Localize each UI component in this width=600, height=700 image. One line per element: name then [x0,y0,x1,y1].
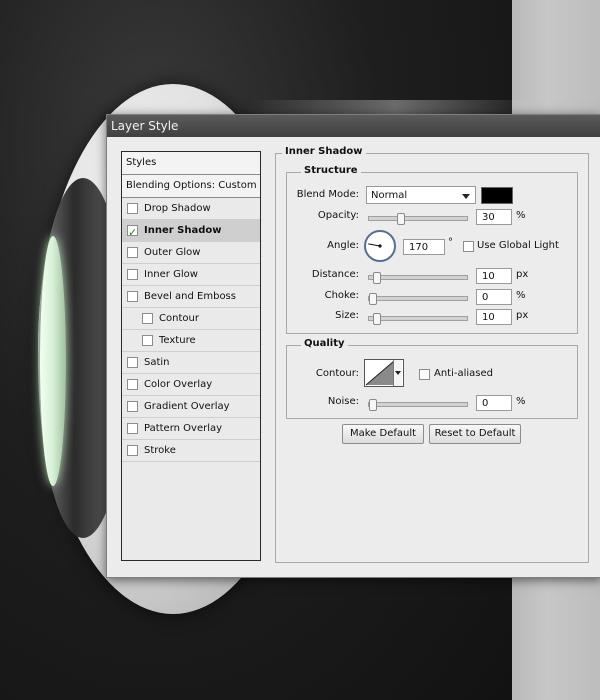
opacity-slider-thumb[interactable] [397,213,405,225]
size-input[interactable]: 10 [476,309,512,325]
style-item[interactable]: Contour [122,308,260,330]
distance-input[interactable]: 10 [476,268,512,284]
artwork-glow [40,236,66,486]
style-item-checkbox[interactable] [127,269,138,280]
styles-header[interactable]: Styles [122,152,260,175]
style-item-label: Inner Shadow [144,225,222,236]
use-global-light-label: Use Global Light [477,240,559,251]
style-item[interactable]: Satin [122,352,260,374]
noise-input[interactable]: 0 [476,395,512,411]
quality-title: Quality [301,338,348,349]
noise-unit: % [516,396,526,407]
inner-shadow-title: Inner Shadow [282,146,366,157]
chevron-down-icon [462,194,470,199]
style-item-checkbox[interactable] [127,247,138,258]
style-item-checkbox[interactable] [127,379,138,390]
chevron-down-icon [395,371,401,375]
choke-input[interactable]: 0 [476,289,512,305]
angle-unit: ° [448,237,453,248]
inner-shadow-panel: Inner Shadow Structure Blend Mode: Norma… [275,146,589,563]
style-item-checkbox[interactable] [127,423,138,434]
angle-dial[interactable] [364,230,396,262]
style-item[interactable]: Inner Shadow [122,220,260,243]
choke-slider[interactable] [368,293,468,305]
styles-list: Styles Blending Options: Custom Drop Sha… [121,151,261,561]
contour-label: Contour: [315,368,359,379]
choke-slider-thumb[interactable] [369,293,377,305]
shadow-color-swatch[interactable] [481,187,513,204]
size-slider[interactable] [368,313,468,325]
structure-group: Structure Blend Mode: Normal Opacity: 30… [286,165,578,334]
distance-label: Distance: [311,269,359,280]
style-item-label: Texture [159,335,196,346]
choke-label: Choke: [324,290,359,301]
distance-unit: px [516,269,529,280]
contour-dropdown-toggle[interactable] [393,360,402,386]
style-item-checkbox[interactable] [127,222,138,243]
make-default-button[interactable]: Make Default [342,424,424,444]
style-item-label: Inner Glow [144,269,198,280]
style-item-label: Satin [144,357,170,368]
style-item[interactable]: Pattern Overlay [122,418,260,440]
style-item[interactable]: Inner Glow [122,264,260,286]
style-item[interactable]: Outer Glow [122,242,260,264]
opacity-label: Opacity: [317,210,359,221]
structure-title: Structure [301,165,361,176]
style-item-checkbox[interactable] [127,445,138,456]
contour-picker[interactable] [364,359,404,387]
style-item-label: Pattern Overlay [144,423,223,434]
blending-options-item[interactable]: Blending Options: Custom [122,175,260,198]
choke-unit: % [516,290,526,301]
size-label: Size: [335,310,359,321]
angle-indicator-icon [368,243,382,248]
opacity-unit: % [516,210,526,221]
style-item-label: Color Overlay [144,379,213,390]
noise-slider[interactable] [368,399,468,411]
angle-input[interactable]: 170 [403,239,445,255]
angle-label: Angle: [327,240,359,251]
style-item-checkbox[interactable] [127,401,138,412]
quality-group: Quality Contour: Anti-aliased Noise: 0 % [286,338,578,419]
style-item-label: Contour [159,313,199,324]
styles-items: Drop Shadow Inner Shadow Outer Glow Inner G… [122,198,260,462]
size-slider-thumb[interactable] [373,313,381,325]
style-item-checkbox[interactable] [142,313,153,324]
opacity-slider[interactable] [368,213,468,225]
use-global-light-checkbox[interactable] [463,241,474,252]
blend-mode-label: Blend Mode: [296,189,359,200]
contour-linear-icon [365,360,395,386]
style-item-label: Drop Shadow [144,203,211,214]
blend-mode-value: Normal [371,190,408,201]
style-item[interactable]: Stroke [122,440,260,462]
style-item[interactable]: Drop Shadow [122,198,260,220]
style-item-label: Gradient Overlay [144,401,230,412]
size-unit: px [516,310,529,321]
style-item-label: Stroke [144,445,176,456]
distance-slider-thumb[interactable] [373,272,381,284]
layer-style-dialog: Layer Style Styles Blending Options: Cus… [106,114,600,578]
style-item-checkbox[interactable] [142,335,153,346]
style-item-label: Bevel and Emboss [144,291,236,302]
style-item-label: Outer Glow [144,247,201,258]
style-item-checkbox[interactable] [127,203,138,214]
opacity-input[interactable]: 30 [476,209,512,225]
noise-label: Noise: [327,396,359,407]
style-item-checkbox[interactable] [127,357,138,368]
style-item[interactable]: Gradient Overlay [122,396,260,418]
style-item[interactable]: Color Overlay [122,374,260,396]
noise-slider-thumb[interactable] [369,399,377,411]
distance-slider[interactable] [368,272,468,284]
dialog-title[interactable]: Layer Style [107,115,600,137]
style-item[interactable]: Bevel and Emboss [122,286,260,308]
anti-aliased-label: Anti-aliased [434,368,494,379]
style-item-checkbox[interactable] [127,291,138,302]
style-item[interactable]: Texture [122,330,260,352]
reset-to-default-button[interactable]: Reset to Default [429,424,521,444]
anti-aliased-checkbox[interactable] [419,369,430,380]
blend-mode-dropdown[interactable]: Normal [366,186,476,204]
